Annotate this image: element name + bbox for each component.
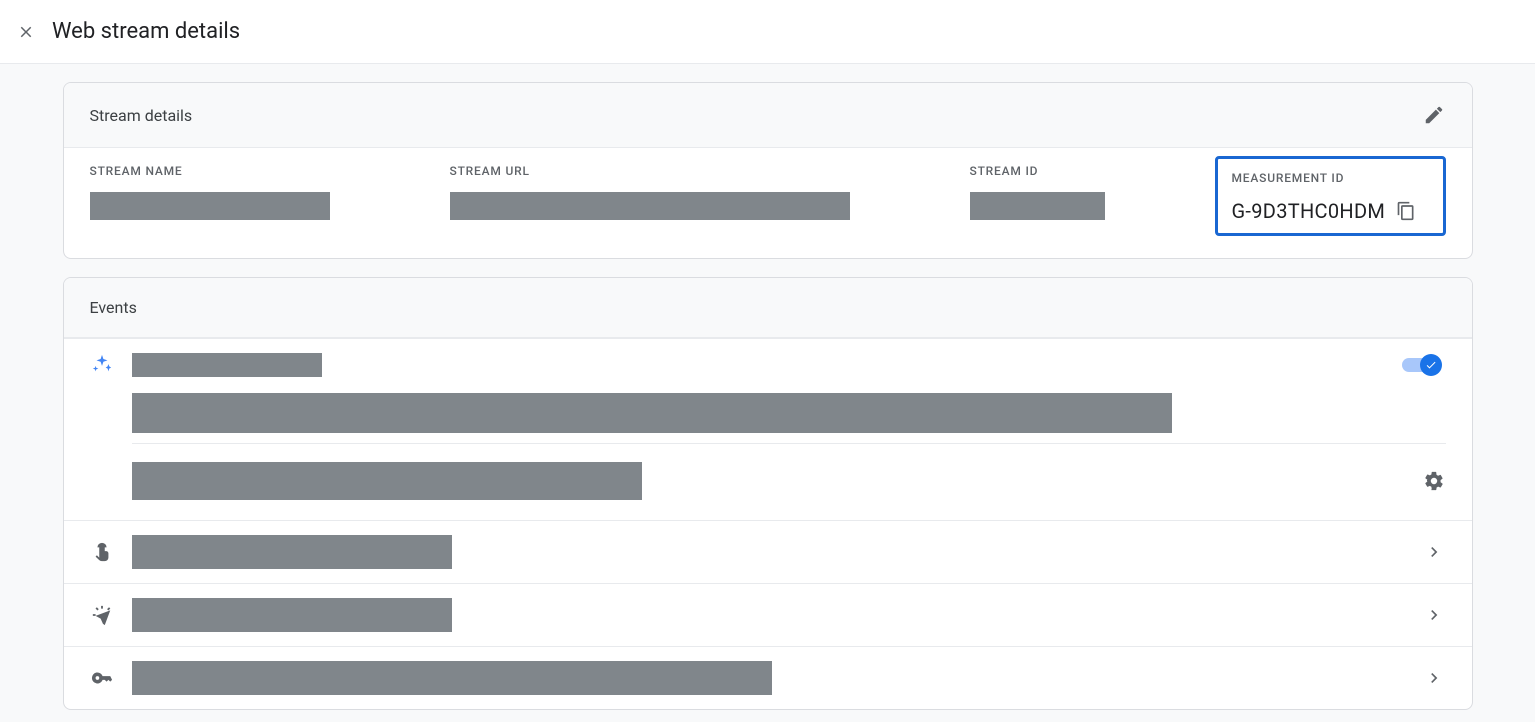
page-body: Stream details STREAM NAME STREAM URL ST…	[0, 64, 1535, 722]
events-header: Events	[64, 278, 1472, 338]
key-icon	[90, 667, 114, 689]
event-touch-label-redacted	[132, 535, 452, 569]
stream-id-label: STREAM ID	[970, 164, 1215, 178]
stream-name-label: STREAM NAME	[90, 164, 450, 178]
page-title: Web stream details	[52, 19, 240, 44]
event-enhanced-sub-redacted	[132, 462, 642, 500]
edit-icon[interactable]	[1422, 103, 1446, 127]
stream-details-row: STREAM NAME STREAM URL STREAM ID MEASURE…	[64, 148, 1472, 258]
cursor-click-icon	[90, 604, 114, 626]
check-icon	[1425, 359, 1437, 371]
chevron-right-icon	[1422, 605, 1446, 625]
stream-details-header: Stream details	[64, 83, 1472, 148]
stream-id-value-redacted	[970, 192, 1105, 220]
event-click-label-redacted	[132, 598, 452, 632]
sparkle-icon	[90, 353, 114, 375]
event-row-click[interactable]	[64, 583, 1472, 646]
event-row-key[interactable]	[64, 646, 1472, 709]
event-row-enhanced	[64, 338, 1472, 520]
chevron-right-icon	[1422, 668, 1446, 688]
page-header: Web stream details	[0, 0, 1535, 64]
event-enhanced-title-redacted	[132, 353, 322, 377]
chevron-right-icon	[1422, 542, 1446, 562]
touch-icon	[90, 541, 114, 563]
event-key-label-redacted	[132, 661, 772, 695]
events-card: Events	[63, 277, 1473, 710]
stream-url-value-redacted	[450, 192, 850, 220]
measurement-id-highlight: MEASUREMENT ID G-9D3THC0HDM	[1215, 156, 1446, 236]
stream-url-label: STREAM URL	[450, 164, 970, 178]
event-enhanced-desc-redacted	[132, 393, 1172, 433]
copy-icon[interactable]	[1395, 200, 1417, 222]
close-icon[interactable]	[14, 20, 38, 44]
stream-name-value-redacted	[90, 192, 330, 220]
measurement-id-value: G-9D3THC0HDM	[1232, 199, 1386, 223]
stream-details-card: Stream details STREAM NAME STREAM URL ST…	[63, 82, 1473, 259]
gear-icon[interactable]	[1422, 469, 1446, 493]
toggle-switch[interactable]	[1402, 353, 1446, 375]
stream-details-title: Stream details	[90, 106, 1422, 125]
events-title: Events	[90, 298, 1446, 317]
event-row-touch[interactable]	[64, 520, 1472, 583]
measurement-id-label: MEASUREMENT ID	[1232, 171, 1429, 185]
